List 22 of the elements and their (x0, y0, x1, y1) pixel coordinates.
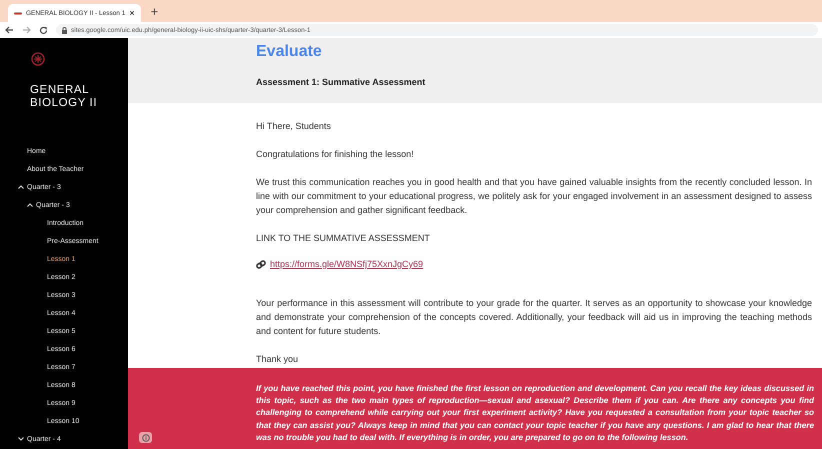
assessment-link[interactable]: https://forms.gle/W8NSfj75XxnJgCy69 (270, 259, 424, 269)
close-tab-button[interactable]: × (129, 8, 135, 18)
chevron-up-icon (27, 203, 33, 207)
back-icon[interactable] (5, 26, 14, 34)
chevron-up-icon (18, 185, 24, 189)
reload-icon[interactable] (39, 26, 48, 34)
body-text: LINK TO THE SUMMATIVE ASSESSMENT (256, 232, 431, 245)
new-tab-button[interactable]: + (150, 4, 158, 18)
logo-icon (30, 52, 46, 66)
chevron-down-icon (18, 437, 24, 441)
callout-text: If you have reached this point, you have finished the first lesson on reproduction and development. Can you recall the key ideas discussed in this topic, such as the two main types of reproduction—sexual and asexual? Describe them if you can. Are there any concepts you find challenging to comprehend while carrying out your first experiment activity? Have you requested a consultation from your topic teacher so that they can assist you? Always keep in mind that you can contact your topic teacher if you have any questions. I am glad to hear that there was no trouble you had to deal with. If everything is in order, you are prepared to go on to the following lesson. (256, 383, 814, 444)
body-text: Congratulations for finishing the lesson! (256, 148, 415, 161)
link-icon (256, 260, 266, 268)
lock-icon (62, 26, 67, 34)
info-button[interactable] (139, 432, 152, 443)
section-subtitle: Assessment 1: Summative Assessment (256, 77, 426, 87)
body-text: Thank you (256, 353, 300, 366)
body-text: Your performance in this assessment will contribute to your grade for the quarter. It serves as an opportunity to showcase your knowledge and demonstrate your comprehension of the concepts covered. Additionally, your feedback will aid us in improving the teaching methods and content for future students. (256, 297, 812, 338)
body-text: We trust this communication reaches you in good health and that you have gained valuable insights from the recently concluded lesson. In line with our commitment to your educational progress, we politely ask for your engaged involvement in an assessment designed to assess your comprehension and gather significant feedback. (256, 176, 812, 217)
site-title: GENERAL BIOLOGY II (30, 84, 98, 110)
section-title: Evaluate (256, 43, 323, 61)
body-text: Hi There, Students (256, 120, 332, 133)
